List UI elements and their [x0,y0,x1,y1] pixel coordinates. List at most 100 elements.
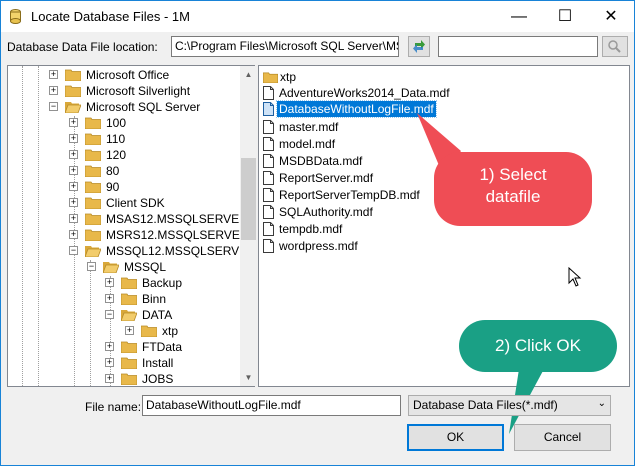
file-icon [263,120,274,134]
tree-item[interactable]: + FTData [8,339,240,355]
folder-icon [85,213,101,225]
folder-icon [65,69,81,81]
database-icon [10,9,21,24]
tree-item[interactable]: − MSSQL [8,259,240,275]
expand-toggle[interactable]: + [105,294,114,303]
mouse-cursor-icon [568,267,582,287]
cancel-button[interactable]: Cancel [514,424,611,451]
folder-icon [121,277,137,289]
tree-item[interactable]: + JOBS [8,371,240,386]
file-list-folder[interactable]: xtp [263,69,463,85]
file-item[interactable]: AdventureWorks2014_Data.mdf [263,85,483,101]
expand-toggle[interactable]: + [125,326,134,335]
refresh-icon [413,40,425,53]
folder-icon [85,149,101,161]
scroll-thumb[interactable] [241,158,256,240]
expand-toggle[interactable]: + [69,150,78,159]
folder-icon [85,133,101,145]
file-icon [263,171,274,185]
folder-name: xtp [280,70,297,84]
callout-ok-text: 2) Click OK [495,336,581,355]
tree-item[interactable]: + 120 [8,147,240,163]
callout-select-line2: datafile [485,187,541,206]
file-icon [263,86,274,100]
file-name-input[interactable]: DatabaseWithoutLogFile.mdf [142,395,401,416]
file-type-dropdown[interactable]: Database Data Files(*.mdf) ⌄ [408,395,611,416]
tree-item[interactable]: + Client SDK [8,195,240,211]
location-path-field[interactable]: C:\Program Files\Microsoft SQL Server\MS… [171,36,399,57]
folder-icon [85,165,101,177]
expand-toggle[interactable]: + [49,70,58,79]
minimize-button[interactable]: — [496,1,542,32]
tree-item[interactable]: + 100 [8,115,240,131]
expand-toggle[interactable]: + [69,214,78,223]
folder-icon [85,117,101,129]
locate-database-files-dialog: Locate Database Files - 1M — ☐ ✕ Databas… [0,0,635,466]
tree-item[interactable]: + Install [8,355,240,371]
tree-item-label: Microsoft Office [86,68,170,82]
tree-item-label: Microsoft SQL Server [86,100,201,114]
tree-item[interactable]: + Backup [8,275,240,291]
search-button[interactable] [602,36,628,57]
expand-toggle[interactable]: + [49,86,58,95]
tree-item-label: MSRS12.MSSQLSERVER [106,228,249,242]
tree-item-label: MSSQL [124,260,167,274]
file-name: MSDBData.mdf [279,154,363,168]
scroll-up-arrow-icon[interactable]: ▲ [240,66,257,83]
tree-item-label: MSAS12.MSSQLSERVER [106,212,248,226]
expand-toggle[interactable]: + [105,358,114,367]
tree-item[interactable]: + Binn [8,291,240,307]
tree-scrollbar[interactable]: ▲ ▼ [240,66,257,386]
maximize-button[interactable]: ☐ [542,1,588,32]
tree-item[interactable]: + MSRS12.MSSQLSERVER [8,227,249,243]
tree-item[interactable]: + 110 [8,131,240,147]
folder-open-icon [65,102,81,113]
tree-item[interactable]: + Microsoft Silverlight [8,83,240,99]
collapse-toggle[interactable]: − [105,310,114,319]
tree-item[interactable]: + 80 [8,163,240,179]
tree-item-label: Install [142,356,174,370]
tree-item[interactable]: + 90 [8,179,240,195]
expand-toggle[interactable]: + [69,198,78,207]
file-name: wordpress.mdf [279,239,358,253]
search-input[interactable] [438,36,598,57]
folder-tree[interactable]: + Microsoft Office + Microsoft Silverlig… [7,65,255,387]
expand-toggle[interactable]: + [105,342,114,351]
file-name: model.mdf [279,137,336,151]
expand-toggle[interactable]: + [69,230,78,239]
ok-button[interactable]: OK [407,424,504,451]
tree-item[interactable]: + MSAS12.MSSQLSERVER [8,211,248,227]
file-name: SQLAuthority.mdf [279,205,373,219]
tree-item-label: 100 [106,116,127,130]
scroll-down-arrow-icon[interactable]: ▼ [240,369,257,386]
tree-item[interactable]: + Microsoft Office [8,67,240,83]
window-title: Locate Database Files - 1M [31,9,190,24]
tree-item-label: Binn [142,292,167,306]
collapse-toggle[interactable]: − [87,262,96,271]
expand-toggle[interactable]: + [69,134,78,143]
tree-item[interactable]: − DATA [8,307,240,323]
tree-item-label: MSSQL12.MSSQLSERVER [106,244,255,258]
file-item[interactable]: wordpress.mdf [263,238,483,254]
file-icon [263,154,274,168]
expand-toggle[interactable]: + [69,166,78,175]
tree-item-label: Microsoft Silverlight [86,84,191,98]
tree-item[interactable]: − MSSQL12.MSSQLSERVER [8,243,254,259]
refresh-button[interactable] [408,36,430,57]
expand-toggle[interactable]: + [105,278,114,287]
collapse-toggle[interactable]: − [69,246,78,255]
folder-icon [65,85,81,97]
tree-item-label: FTData [142,340,183,354]
tree-item[interactable]: − Microsoft SQL Server [8,99,240,115]
expand-toggle[interactable]: + [105,374,114,383]
expand-toggle[interactable]: + [69,118,78,127]
close-button[interactable]: ✕ [588,1,634,32]
expand-toggle[interactable]: + [69,182,78,191]
search-icon [608,40,621,53]
folder-icon [121,293,137,305]
callout-select-line1: 1) Select [479,165,547,184]
collapse-toggle[interactable]: − [49,102,58,111]
file-icon [263,102,274,116]
tree-item[interactable]: + xtp [8,323,240,339]
tree-item-label: 80 [106,164,120,178]
